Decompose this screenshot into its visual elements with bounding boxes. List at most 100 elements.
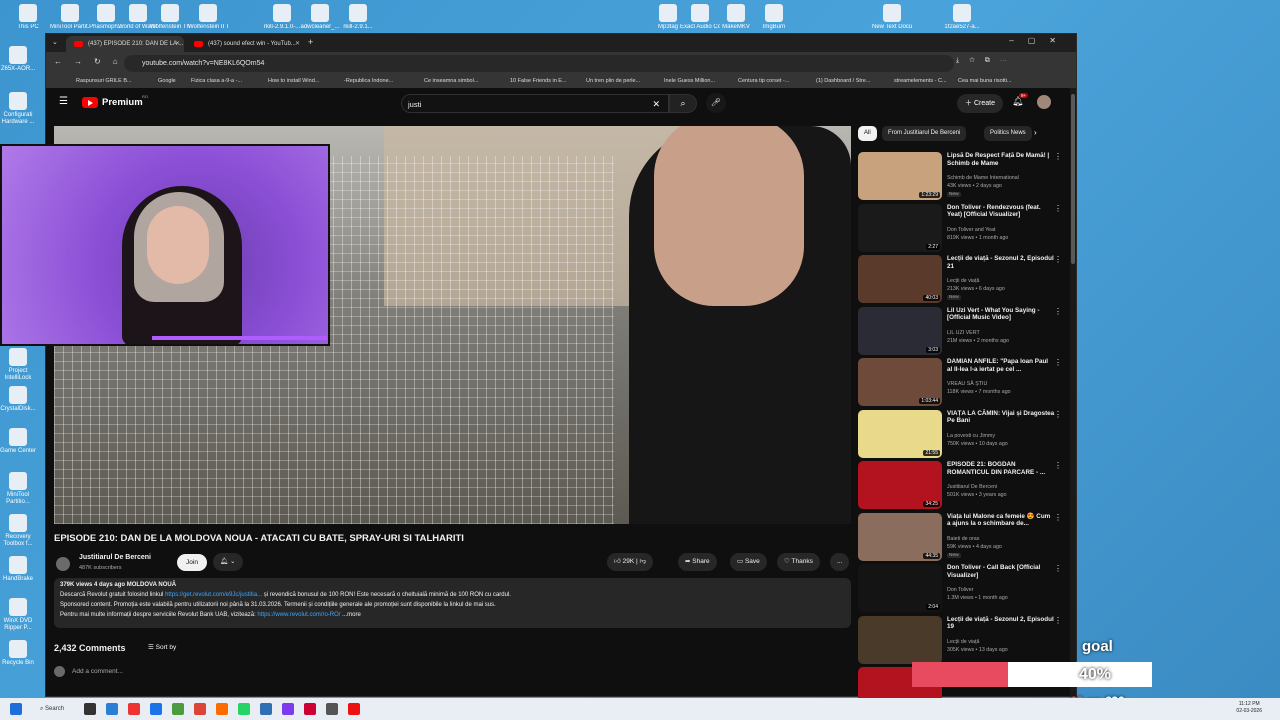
join-button[interactable]: Join [177, 554, 207, 571]
desktop-icon[interactable]: MiniTool Partitio... [0, 472, 36, 505]
app-purple-icon[interactable] [282, 703, 294, 715]
chip-politics-news[interactable]: Politics News [984, 126, 1032, 141]
desktop-icon[interactable]: New Text Document [872, 4, 912, 31]
word-icon[interactable] [260, 703, 272, 715]
like-button[interactable]: 👍︎ 29K | 👎︎ [607, 553, 654, 571]
recommended-video[interactable]: 2:27 Don Toliver - Rendezvous (feat. Yeat… [858, 203, 1066, 254]
more-link[interactable]: ...more [342, 612, 361, 618]
desktop-icon[interactable]: MiniTool Partit... [50, 4, 90, 31]
nav-buttons[interactable]: ←→↻⌂ [54, 57, 130, 66]
create-button[interactable]: ＋ Create [957, 94, 1003, 113]
tab-search-icon[interactable]: ⌄ [52, 38, 58, 46]
tab-episode[interactable]: (437) EPISODE 210: DAN DE LA ... ✕ [66, 36, 184, 52]
desktop-icon[interactable]: Exact Audio Copy [680, 4, 720, 31]
chip-all[interactable]: All [858, 126, 877, 141]
recommended-video[interactable]: 34:25 EPISODE 21: BOGDAN ROMANTICUL DIN P… [858, 461, 1066, 511]
whatsapp-icon[interactable] [238, 703, 250, 715]
desktop-icon[interactable]: adwcleaner_... [300, 4, 340, 31]
scrollbar-thumb[interactable] [1071, 94, 1075, 264]
video-thumbnail[interactable]: 2:04 [858, 564, 942, 612]
firefox-icon[interactable] [216, 703, 228, 715]
desktop-icon[interactable]: CrystalDisk... [0, 386, 36, 413]
desktop-icon[interactable]: Wolfenstein II The New... [188, 4, 228, 31]
video-thumbnail[interactable]: 3:03 [858, 306, 942, 355]
desktop-icon[interactable]: Recovery Toolbox f... [0, 514, 36, 547]
chrome-icon[interactable] [150, 703, 162, 715]
taskbar-search[interactable]: ⌕ Search [30, 702, 80, 716]
youtube-logo-text[interactable]: Premium [102, 97, 143, 108]
recommended-video[interactable]: 2:04 Don Toliver - Call Back [Official Vi… [858, 564, 1066, 614]
desktop-icon[interactable]: Wolfenstein The New... [150, 4, 190, 31]
close-tab-icon[interactable]: ✕ [295, 36, 300, 52]
menu-icon[interactable]: ☰ [59, 96, 68, 107]
video-menu-icon[interactable]: ⋮ [1054, 616, 1062, 625]
task-view-icon[interactable] [84, 703, 96, 715]
desktop-icon[interactable]: This PC [8, 4, 48, 31]
channel-avatar[interactable] [56, 557, 70, 571]
tab-sound-effect[interactable]: (437) sound efect win - YouTub... ✕ [186, 36, 304, 52]
desktop-icon[interactable]: Z65X-AOR... [0, 46, 36, 73]
video-menu-icon[interactable]: ⋮ [1054, 307, 1062, 316]
desktop-icon[interactable]: rkill-2.9.1... [338, 4, 378, 31]
bookmark-item[interactable]: Cea mai buna risotti... [958, 78, 1012, 84]
share-button[interactable]: ➦ Share [678, 553, 717, 571]
recommended-video[interactable]: 44:35 Viața lui Malone ca femeie 😍 Cum a … [858, 512, 1066, 563]
edge-icon[interactable] [106, 703, 118, 715]
app-icon[interactable] [172, 703, 184, 715]
desktop-icon[interactable]: Project IntelliLock [0, 348, 36, 381]
video-menu-icon[interactable]: ⋮ [1054, 513, 1062, 522]
account-avatar[interactable] [1037, 95, 1051, 109]
chrome-red-icon[interactable] [194, 703, 206, 715]
system-clock[interactable]: 11:12 PM 02-03-2026 [1236, 701, 1262, 714]
bookmark-item[interactable]: How to install Wind... [268, 78, 319, 84]
desktop-icon[interactable]: WinX DVD Ripper P... [0, 598, 36, 631]
browser-toolbar-icons[interactable]: ⤓☆⧉⋯ [956, 57, 1017, 65]
recommended-video[interactable]: 1:03:44 DAMIAN ANFILE: "Papa Ioan Paul al… [858, 358, 1066, 408]
recommended-video[interactable]: 40:03 Lecții de viață - Sezonul 2, Episod… [858, 255, 1066, 305]
video-thumbnail[interactable]: 44:35 [858, 512, 942, 561]
recommended-video[interactable]: Lecții de viață - Sezonul 2, Episodul 19… [858, 615, 1066, 666]
revolut-link[interactable]: https://get.revolut.com/e9Jc/justitia... [165, 592, 262, 598]
window-controls[interactable]: –▢✕ [1009, 36, 1070, 45]
video-thumbnail[interactable]: 34:25 [858, 461, 942, 509]
desktop-icon[interactable]: Game Center [0, 428, 36, 455]
voice-search-icon[interactable]: 🎤︎ [706, 93, 726, 113]
video-menu-icon[interactable]: ⋮ [1054, 204, 1062, 213]
channel-name[interactable]: Justitiarul De Berceni [79, 554, 151, 561]
video-menu-icon[interactable]: ⋮ [1054, 564, 1062, 573]
video-thumbnail[interactable]: 2:27 [858, 203, 942, 252]
bookmark-item[interactable]: Inele Guess Million... [664, 78, 715, 84]
bookmark-item[interactable]: Un tren plin de perle... [586, 78, 640, 84]
url-field[interactable]: youtube.com/watch?v=NE8KL6QOm54 [124, 55, 954, 72]
desktop-icon[interactable]: 1f2ae527-a... [942, 4, 982, 31]
video-menu-icon[interactable]: ⋮ [1054, 255, 1062, 264]
video-thumbnail[interactable]: 40:03 [858, 255, 942, 303]
desktop-icon[interactable]: HandBrake [0, 556, 36, 583]
bookmark-item[interactable]: -Republica Indone... [344, 78, 393, 84]
video-thumbnail[interactable]: 1:23:29 [858, 152, 942, 200]
bookmark-item[interactable]: streamelements - C... [894, 78, 947, 84]
bookmark-item[interactable]: Google [158, 78, 176, 84]
new-tab-button[interactable]: + [308, 37, 313, 47]
add-comment-input[interactable]: Add a comment... [72, 668, 123, 675]
desktop-icon[interactable]: MakeMKV [716, 4, 756, 31]
desktop-icon[interactable]: ImgBurn [754, 4, 794, 31]
recommended-video[interactable]: 3:03 Lil Uzi Vert - What You Saying - [Of… [858, 306, 1066, 357]
video-menu-icon[interactable]: ⋮ [1054, 410, 1062, 419]
search-button[interactable]: ⌕ [669, 94, 697, 113]
desktop-icon[interactable]: Recycle Bin [0, 640, 36, 667]
subscribe-bell-button[interactable]: 🔔︎ ⌄ [213, 553, 243, 571]
obs-icon[interactable] [348, 703, 360, 715]
bookmark-item[interactable]: Ce inseamna simbol... [424, 78, 478, 84]
video-thumbnail[interactable]: 1:03:44 [858, 358, 942, 406]
video-menu-icon[interactable]: ⋮ [1054, 461, 1062, 470]
video-thumbnail[interactable] [858, 615, 942, 664]
save-button[interactable]: ▭ Save [730, 553, 767, 571]
description-box[interactable]: 379K views 4 days ago MOLDOVA NOUĂ Desca… [54, 578, 851, 628]
desktop-icon[interactable]: rkill-2.9.1.0-... [262, 4, 302, 31]
bookmark-item[interactable]: Fizica clasa a-9-a -... [191, 78, 242, 84]
search-input[interactable]: justi ✕ [401, 94, 669, 113]
youtube-logo-icon[interactable] [82, 97, 98, 108]
clear-search-icon[interactable]: ✕ [652, 95, 660, 114]
desktop-icon[interactable]: Configurati Hardware ... [0, 92, 36, 125]
